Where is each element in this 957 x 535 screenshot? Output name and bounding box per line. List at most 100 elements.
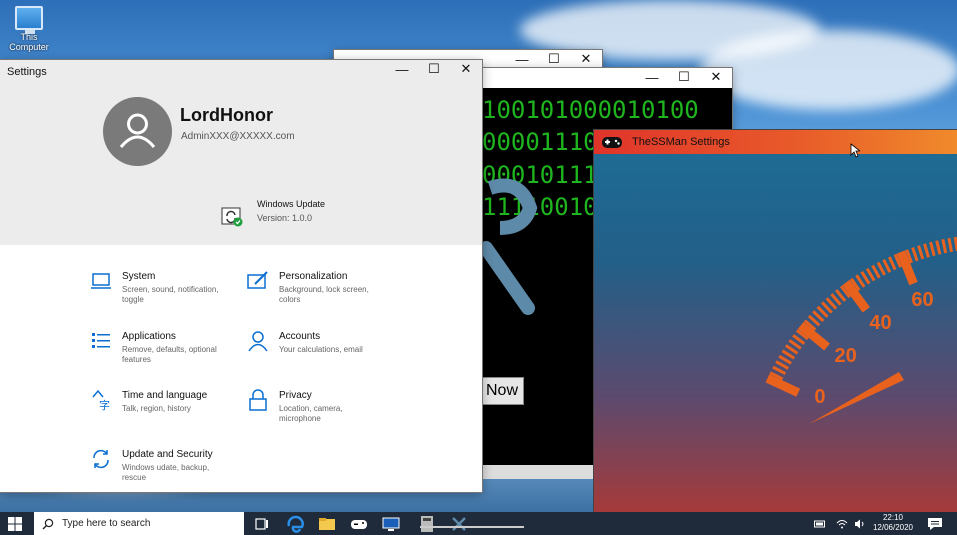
- settings-item-desc: Background, lock screen, colors: [279, 285, 369, 304]
- settings-item-desc: Your calculations, email: [279, 345, 363, 354]
- settings-item-accounts[interactable]: Accounts Your calculations, email: [247, 330, 379, 355]
- gauge-tick: [896, 250, 918, 286]
- wifi-icon[interactable]: [836, 519, 848, 529]
- settings-item-title: Applications: [122, 331, 176, 342]
- settings-item-title: Accounts: [279, 331, 321, 342]
- speedometer-gauge: 020406080100120140160: [765, 236, 957, 424]
- clock-time: 22:10: [882, 513, 904, 522]
- user-name: LordHonor: [180, 105, 273, 125]
- settings-item-desc: Remove, defaults, optional features: [122, 345, 217, 364]
- settings-item-update-security[interactable]: Update and Security Windows udate, backu…: [90, 448, 222, 483]
- now-button[interactable]: Now: [480, 377, 524, 405]
- desktop-icon-label: This Computer: [9, 32, 49, 52]
- task-view-icon[interactable]: [253, 515, 271, 533]
- minimize-button[interactable]: —: [636, 68, 668, 86]
- gauge-tick: [871, 264, 881, 279]
- battery-icon[interactable]: [814, 519, 826, 529]
- gauge-tick: [876, 261, 886, 276]
- user-icon: [119, 113, 156, 148]
- settings-item-applications[interactable]: Applications Remove, defaults, optional …: [90, 330, 222, 365]
- remote-desktop-icon[interactable]: [382, 515, 400, 533]
- gauge-tick: [923, 243, 930, 258]
- settings-item-privacy[interactable]: Privacy Location, camera, microphone: [247, 389, 379, 424]
- window-title: Settings: [7, 66, 47, 78]
- gauge-tick: [917, 245, 925, 260]
- settings-item-time-language[interactable]: 字 Time and language Talk, region, histor…: [90, 389, 222, 414]
- gauge-tick: [765, 374, 801, 397]
- settings-item-personalization[interactable]: Personalization Background, lock screen,…: [247, 270, 379, 305]
- wrench-icon: [480, 178, 538, 315]
- calculator-icon[interactable]: [418, 515, 436, 533]
- settings-item-title: Time and language: [122, 390, 208, 401]
- gamepad-icon[interactable]: [350, 515, 368, 533]
- maximize-button[interactable]: ☐: [538, 50, 570, 68]
- binary-line: 00001110: [482, 128, 598, 156]
- window-controls: — ☐ ✕: [386, 60, 482, 78]
- gauge-tick: [860, 271, 871, 285]
- settings-item-desc: Screen, sound, notification, toggle: [122, 285, 219, 304]
- windows-update-icon[interactable]: [221, 207, 243, 227]
- close-button[interactable]: ✕: [570, 50, 602, 68]
- edge-browser-icon[interactable]: [287, 515, 305, 533]
- file-explorer-icon[interactable]: [318, 515, 336, 533]
- start-button[interactable]: [0, 512, 30, 535]
- gauge-tick: [911, 247, 919, 262]
- windows-logo-icon: [8, 516, 22, 531]
- computer-icon: [15, 6, 43, 34]
- settings-item-system[interactable]: System Screen, sound, notification, togg…: [90, 270, 222, 305]
- ssman-titlebar[interactable]: TheSSMan Settings: [594, 130, 957, 154]
- settings-item-title: System: [122, 271, 156, 282]
- settings-window[interactable]: Settings — ☐ ✕ LordHonor AdminXXX@XXXXX.…: [0, 60, 482, 492]
- avatar[interactable]: [103, 97, 172, 166]
- gauge-tick: [941, 238, 948, 254]
- settings-item-title: Personalization: [279, 271, 348, 282]
- user-email: AdminXXX@XXXXX.com: [181, 131, 295, 142]
- mouse-cursor-icon: [850, 143, 860, 158]
- person-icon: [248, 331, 268, 352]
- gauge-tick: [947, 237, 953, 253]
- list-icon: [92, 333, 110, 348]
- language-icon: 字: [92, 389, 110, 411]
- window-controls: — ☐ ✕: [506, 50, 602, 68]
- taskbar-search-box[interactable]: Type here to search: [34, 512, 244, 535]
- lock-icon: [249, 389, 267, 411]
- maximize-button[interactable]: ☐: [418, 60, 450, 78]
- gauge-tick: [778, 354, 792, 365]
- settings-item-desc: Windows udate, backup, rescue: [122, 463, 210, 482]
- settings-item-title: Privacy: [279, 390, 312, 401]
- minimize-button[interactable]: —: [506, 50, 538, 68]
- gauge-label: 60: [911, 289, 933, 311]
- gauge-tick: [929, 241, 936, 257]
- close-button[interactable]: ✕: [700, 68, 732, 86]
- close-button[interactable]: ✕: [450, 60, 482, 78]
- gauge-tick: [772, 365, 787, 375]
- minimize-button[interactable]: —: [386, 60, 418, 78]
- gauge-label: 0: [814, 386, 825, 408]
- search-icon: [42, 518, 54, 529]
- window-controls: — ☐ ✕: [636, 68, 732, 86]
- tools-icon[interactable]: [450, 515, 468, 533]
- settings-item-title: Update and Security: [122, 449, 213, 460]
- search-placeholder: Type here to search: [62, 518, 151, 529]
- desktop-icon-this-computer[interactable]: This Computer: [6, 6, 52, 52]
- taskbar-clock[interactable]: 22:10 12/06/2020: [866, 513, 920, 533]
- windows-update-title[interactable]: Windows Update: [257, 199, 325, 209]
- paint-brush-icon: [247, 271, 268, 289]
- gamepad-icon: [602, 137, 622, 148]
- gauge-tick: [935, 240, 942, 255]
- settings-item-desc: Talk, region, history: [122, 404, 191, 413]
- ssman-window[interactable]: TheSSMan Settings 020406080100120140160: [594, 130, 957, 512]
- maximize-button[interactable]: ☐: [668, 68, 700, 86]
- binary-window-titlebar[interactable]: — ☐ ✕: [440, 68, 732, 88]
- settings-item-desc: Location, camera, microphone: [279, 404, 343, 423]
- settings-header: Settings — ☐ ✕ LordHonor AdminXXX@XXXXX.…: [0, 60, 482, 245]
- notification-icon[interactable]: [926, 515, 944, 533]
- binary-line: 100101000010100: [482, 96, 699, 124]
- gauge-tick: [882, 258, 892, 273]
- gauge-tick: [855, 274, 866, 288]
- gauge-tick: [775, 360, 789, 370]
- svg-text:字: 字: [99, 398, 110, 411]
- gauge-label: 40: [869, 312, 891, 334]
- volume-icon[interactable]: [854, 519, 866, 529]
- windows-update-version: Version: 1.0.0: [257, 213, 313, 223]
